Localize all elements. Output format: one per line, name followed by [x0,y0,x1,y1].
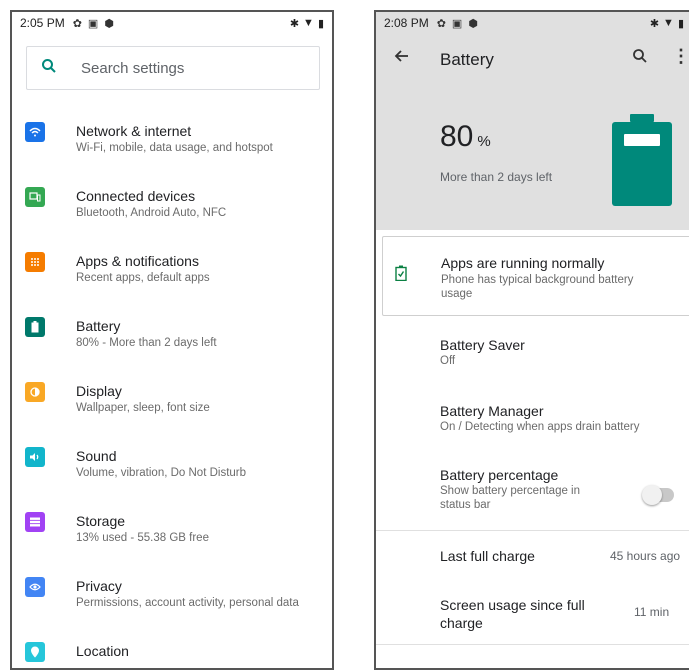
settings-item-connected-devices[interactable]: Connected devices Bluetooth, Android Aut… [12,175,332,240]
settings-item-sound[interactable]: Sound Volume, vibration, Do Not Disturb [12,435,332,500]
battery-tip-card[interactable]: Apps are running normally Phone has typi… [382,236,689,316]
settings-item-battery[interactable]: Battery 80% - More than 2 days left [12,305,332,370]
privacy-icon [25,577,45,597]
status-right-icons: ✱ ▼ ▮ [290,17,324,30]
settings-item-subtitle: Permissions, account activity, personal … [76,597,299,609]
wifi-status-icon: ▼ [303,16,314,29]
settings-status-icon: ✿ [436,17,446,30]
toggle-knob [642,485,662,505]
settings-screen: 2:05 PM ✿ ▣ ⬢ ✱ ▼ ▮ Network & internet W… [10,10,334,670]
shield-status-icon: ⬢ [104,17,114,30]
battery-ok-icon [395,265,407,284]
settings-item-title: Sound [76,448,117,464]
tip-title: Apps are running normally [441,255,605,271]
apps-icon [25,252,45,272]
image-status-icon: ▣ [451,17,463,30]
battery-level-icon [612,114,672,206]
battery-saver-title: Battery Saver [440,337,525,353]
image-status-icon: ▣ [87,17,99,30]
status-bar: 2:05 PM ✿ ▣ ⬢ ✱ ▼ ▮ [12,12,332,34]
battery-icon [25,317,45,337]
settings-item-title: Privacy [76,578,122,594]
storage-icon [25,512,45,532]
more-options-icon[interactable]: ⋮ [672,46,689,67]
status-bar: 2:08 PM ✿ ▣ ⬢ ✱ ▼ ▮ [376,12,689,34]
screen-usage-item: Screen usage since full charge [440,596,600,632]
divider [376,530,689,531]
battery-status-icon: ▮ [677,17,684,30]
battery-percentage-toggle[interactable] [642,485,674,505]
sound-icon [25,447,45,467]
settings-item-subtitle: Wallpaper, sleep, font size [76,402,210,414]
display-icon [25,382,45,402]
back-arrow-icon[interactable] [394,48,410,69]
tip-summary: Phone has typical background battery usa… [441,274,634,300]
settings-item-privacy[interactable]: Privacy Permissions, account activity, p… [12,565,332,630]
search-settings-bar[interactable] [26,46,320,90]
wifi-icon [25,122,45,142]
status-time: 2:08 PM [384,16,429,30]
last-full-charge-title: Last full charge [440,548,535,564]
settings-item-title: Apps & notifications [76,253,199,269]
status-time: 2:05 PM [20,16,65,30]
battery-header: 80% More than 2 days left [376,84,689,230]
app-bar: Battery ⋮ [376,34,689,84]
settings-item-title: Battery [76,318,121,334]
devices-icon [25,187,45,207]
settings-status-icon: ✿ [72,17,82,30]
settings-item-location[interactable]: Location [12,630,332,668]
search-input[interactable] [79,58,303,78]
battery-estimate: More than 2 days left [440,170,553,184]
wifi-status-icon: ▼ [663,16,674,29]
battery-manager-item[interactable]: Battery Manager On / Detecting when apps… [440,402,639,434]
settings-item-title: Location [76,643,129,659]
settings-list: Network & internet Wi-Fi, mobile, data u… [12,110,332,668]
settings-item-apps[interactable]: Apps & notifications Recent apps, defaul… [12,240,332,305]
battery-manager-title: Battery Manager [440,403,544,419]
screen-usage-value: 11 min [634,605,670,619]
battery-manager-status: On / Detecting when apps drain battery [440,421,640,433]
battery-percentage: 80% [440,120,491,154]
bluetooth-icon: ✱ [649,17,660,30]
settings-item-display[interactable]: Display Wallpaper, sleep, font size [12,370,332,435]
battery-saver-item[interactable]: Battery Saver Off [440,336,525,368]
battery-percentage-item[interactable]: Battery percentage Show battery percenta… [440,466,610,512]
last-full-charge-value: 45 hours ago [610,549,681,563]
battery-status-icon: ▮ [317,17,324,30]
battery-percentage-title: Battery percentage [440,467,559,483]
battery-percent-value: 80 [440,120,474,153]
bluetooth-icon: ✱ [289,17,300,30]
battery-saver-status: Off [440,355,456,367]
settings-item-title: Connected devices [76,188,196,204]
screen-usage-title: Screen usage since full charge [440,597,585,631]
battery-percent-unit: % [477,133,491,150]
settings-item-storage[interactable]: Storage 13% used - 55.38 GB free [12,500,332,565]
settings-item-subtitle: 13% used - 55.38 GB free [76,532,209,544]
settings-item-network[interactable]: Network & internet Wi-Fi, mobile, data u… [12,110,332,175]
settings-item-subtitle: Wi-Fi, mobile, data usage, and hotspot [76,142,273,154]
settings-item-subtitle: 80% - More than 2 days left [76,337,217,349]
status-right-icons: ✱ ▼ ▮ [650,17,684,30]
search-icon[interactable] [632,48,648,69]
settings-item-title: Storage [76,513,126,529]
search-icon [27,58,71,79]
settings-item-title: Display [76,383,122,399]
page-title: Battery [440,50,494,69]
settings-item-subtitle: Bluetooth, Android Auto, NFC [76,207,227,219]
settings-item-subtitle: Volume, vibration, Do Not Disturb [76,467,247,479]
last-full-charge-item: Last full charge [440,547,535,565]
settings-item-subtitle: Recent apps, default apps [76,272,210,284]
battery-screen: 2:08 PM ✿ ▣ ⬢ ✱ ▼ ▮ Battery ⋮ 80% More t… [374,10,689,670]
location-icon [25,642,45,662]
divider [376,644,689,645]
settings-item-title: Network & internet [76,123,192,139]
battery-percentage-summary: Show battery percentage in status bar [440,485,581,511]
shield-status-icon: ⬢ [468,17,478,30]
